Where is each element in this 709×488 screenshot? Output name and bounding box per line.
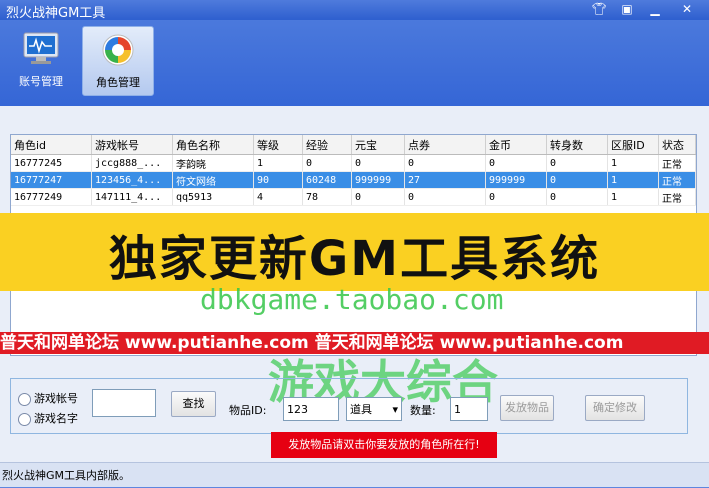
cell: 正常 <box>658 154 696 172</box>
col-role-name[interactable]: 角色名称 <box>172 135 254 155</box>
item-type-select[interactable]: 道具 ▾ <box>346 397 402 421</box>
chevron-down-icon: ▾ <box>392 403 398 416</box>
item-type-value: 道具 <box>350 403 372 416</box>
cell: 0 <box>351 154 405 172</box>
radio-circle-icon <box>18 412 31 426</box>
table-header-row: 角色id 游戏帐号 角色名称 等级 经验 元宝 点券 金币 转身数 区服ID 状… <box>11 135 696 155</box>
item-id-input[interactable]: 123 <box>283 397 339 421</box>
title-bar: 烈火战神GM工具 👕︎ ▣ ▁ ✕ <box>0 0 709 21</box>
col-points[interactable]: 点券 <box>404 135 486 155</box>
radio-account-label: 游戏帐号 <box>34 392 78 405</box>
cell: 0 <box>351 188 405 206</box>
cell: 符文网络 <box>172 171 254 189</box>
radio-name-label: 游戏名字 <box>34 412 78 425</box>
col-exp[interactable]: 经验 <box>302 135 352 155</box>
table-row[interactable]: 16777249 147111_4... qq5913 4 78 0 0 0 0… <box>11 188 696 206</box>
cell: 0 <box>404 188 486 206</box>
cell: 0 <box>546 188 608 206</box>
account-manage-label: 账号管理 <box>19 75 63 88</box>
cell: 90 <box>253 171 303 189</box>
cell: 1 <box>253 154 303 172</box>
search-input[interactable] <box>92 389 156 417</box>
account-manage-button[interactable]: 账号管理 <box>6 26 76 94</box>
cell: 16777249 <box>11 188 92 206</box>
table-row[interactable]: 16777245 jccg888_... 李韵晓 1 0 0 0 0 0 1 正… <box>11 154 696 172</box>
col-server-id[interactable]: 区服ID <box>607 135 659 155</box>
promo-banner: 独家更新GM工具系统 <box>0 213 709 291</box>
cell: 1 <box>607 188 659 206</box>
col-level[interactable]: 等级 <box>253 135 303 155</box>
cell: 0 <box>404 154 486 172</box>
radio-account[interactable]: 游戏帐号 <box>18 390 78 406</box>
cell: 0 <box>546 154 608 172</box>
cell: 999999 <box>351 171 405 189</box>
status-text: 烈火战神GM工具内部版。 <box>2 469 131 482</box>
cell: 正常 <box>658 171 696 189</box>
cell: qq5913 <box>172 188 254 206</box>
window-title: 烈火战神GM工具 <box>6 6 106 21</box>
quantity-input[interactable]: 1 <box>450 397 488 421</box>
radio-circle-icon <box>18 392 31 406</box>
confirm-edit-button[interactable]: 确定修改 <box>585 395 645 421</box>
cell: 1 <box>607 154 659 172</box>
cell: 0 <box>485 154 547 172</box>
search-button[interactable]: 查找 <box>171 391 216 417</box>
role-table: 角色id 游戏帐号 角色名称 等级 经验 元宝 点券 金币 转身数 区服ID 状… <box>11 135 696 206</box>
col-account[interactable]: 游戏帐号 <box>91 135 173 155</box>
cell: 0 <box>485 188 547 206</box>
col-role-id[interactable]: 角色id <box>11 135 92 155</box>
refresh-globe-icon <box>102 34 134 66</box>
cell: 60248 <box>302 171 352 189</box>
role-manage-label: 角色管理 <box>96 76 140 89</box>
status-bar: 烈火战神GM工具内部版。 <box>0 462 709 487</box>
minimize-icon[interactable]: ▁ <box>644 1 666 18</box>
cell: 123456_4... <box>91 171 173 189</box>
toolbar: 账号管理 角色管理 <box>0 20 709 106</box>
cell: 16777247 <box>11 171 92 189</box>
col-rebirth[interactable]: 转身数 <box>546 135 608 155</box>
radio-name[interactable]: 游戏名字 <box>18 410 78 426</box>
role-manage-button[interactable]: 角色管理 <box>82 26 154 96</box>
col-status[interactable]: 状态 <box>658 135 696 155</box>
cell: 27 <box>404 171 486 189</box>
col-yuanbao[interactable]: 元宝 <box>351 135 405 155</box>
cell: 1 <box>607 171 659 189</box>
monitor-icon <box>23 32 59 64</box>
cell: 999999 <box>485 171 547 189</box>
cell: 16777245 <box>11 154 92 172</box>
cell: 4 <box>253 188 303 206</box>
skin-icon[interactable]: 👕︎ <box>588 1 610 18</box>
close-icon[interactable]: ✕ <box>676 1 698 18</box>
table-row-selected[interactable]: 16777247 123456_4... 符文网络 90 60248 99999… <box>11 171 696 189</box>
cell: 0 <box>546 171 608 189</box>
cell: 147111_4... <box>91 188 173 206</box>
cell: 正常 <box>658 188 696 206</box>
cell: 李韵晓 <box>172 154 254 172</box>
cell: 0 <box>302 154 352 172</box>
cell: 78 <box>302 188 352 206</box>
item-id-label: 物品ID: <box>229 404 267 417</box>
minimize-tray-icon[interactable]: ▣ <box>616 1 638 18</box>
cell: jccg888_... <box>91 154 173 172</box>
hint-message: 发放物品请双击你要发放的角色所在行! <box>271 432 497 458</box>
promo-banner-text: 独家更新GM工具系统 <box>108 231 601 287</box>
send-item-button[interactable]: 发放物品 <box>500 395 554 421</box>
watermark-url: dbkgame.taobao.com <box>200 283 504 316</box>
col-gold[interactable]: 金币 <box>485 135 547 155</box>
quantity-label: 数量: <box>410 404 436 417</box>
